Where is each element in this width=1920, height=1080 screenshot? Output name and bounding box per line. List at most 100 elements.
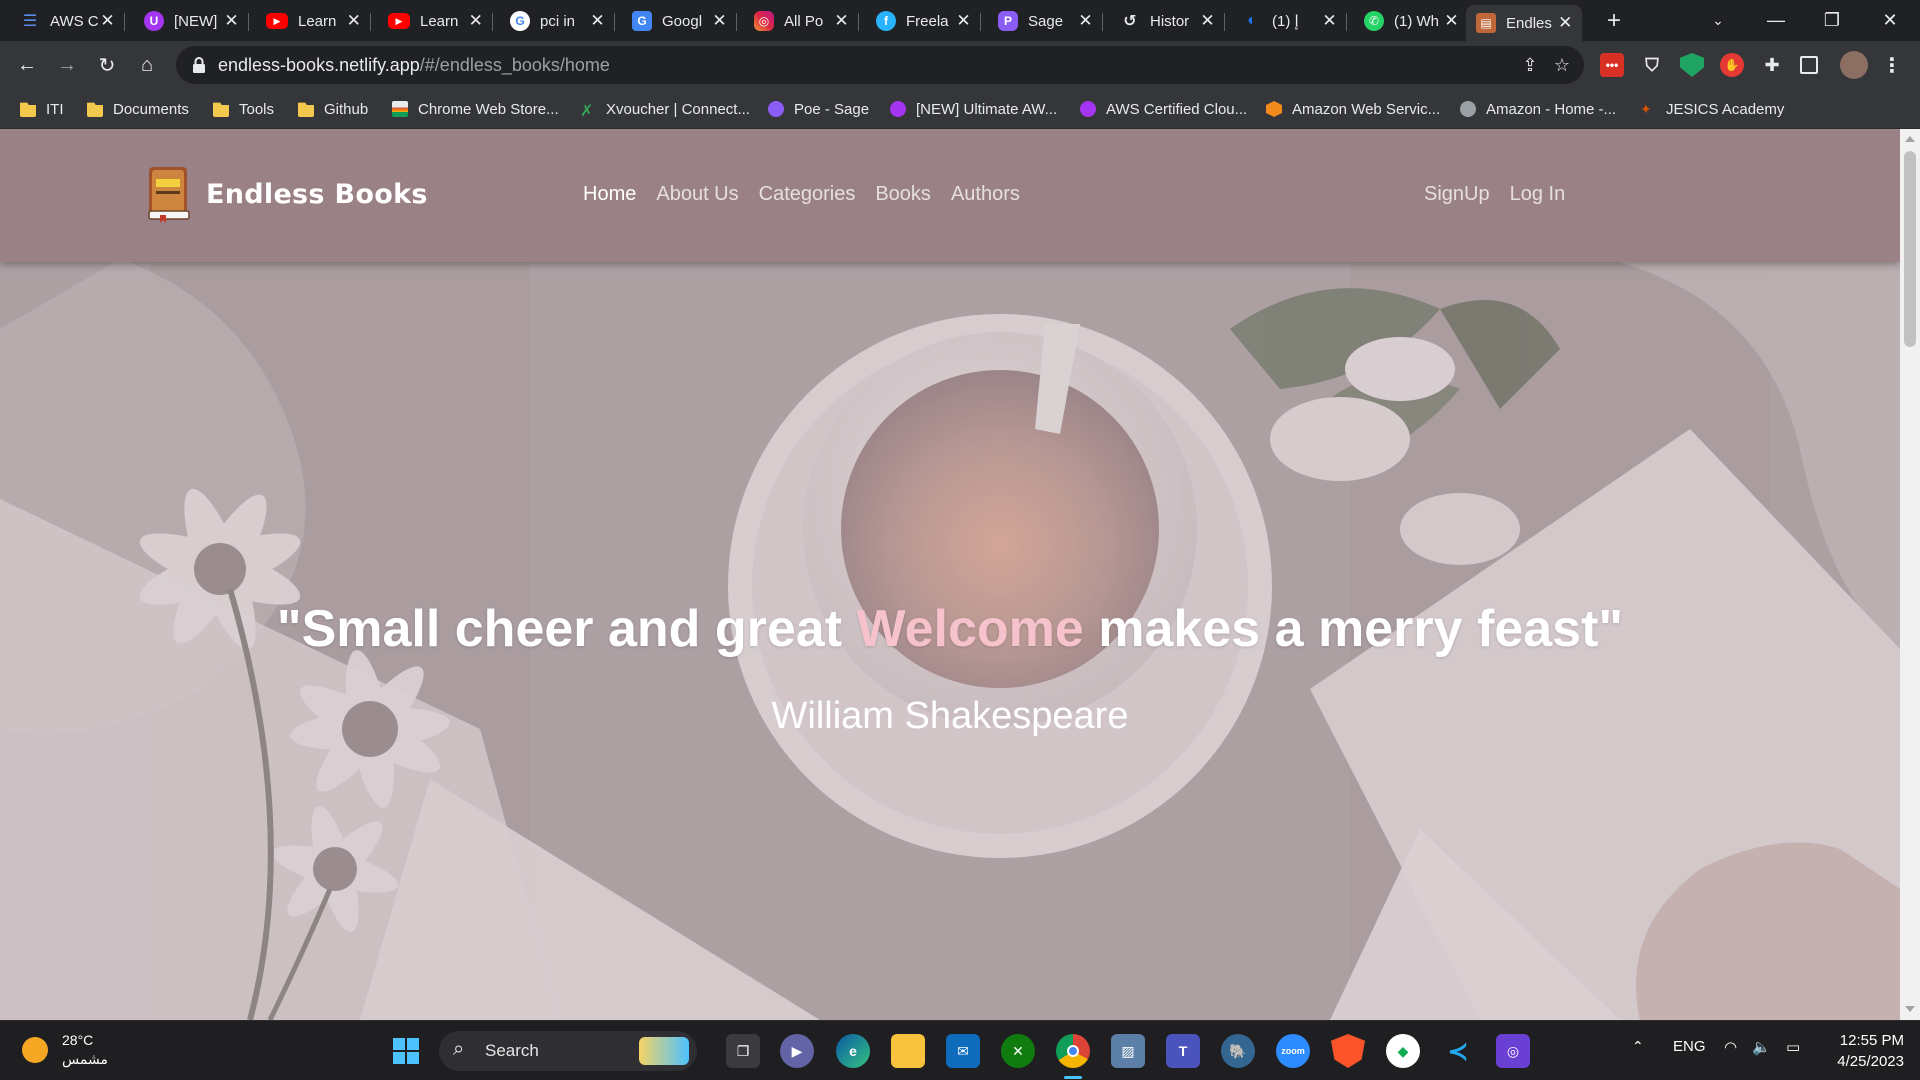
bookmark-chrome-web-store[interactable]: Chrome Web Store... — [392, 97, 559, 121]
language-indicator[interactable]: ENG — [1673, 1038, 1706, 1055]
tab-history[interactable]: ↺ Histor ✕ — [1110, 5, 1225, 37]
zoom-icon[interactable]: zoom — [1276, 1034, 1310, 1068]
bookmark-aws[interactable]: Amazon Web Servic... — [1266, 97, 1440, 121]
tab-endless-books[interactable]: ▤ Endles ✕ — [1466, 5, 1582, 41]
teams-chat-icon[interactable]: ▶ — [780, 1034, 814, 1068]
signup-link[interactable]: SignUp — [1424, 183, 1490, 206]
close-tab-icon[interactable]: ✕ — [223, 11, 240, 30]
lock-icon[interactable] — [192, 56, 206, 74]
close-tab-icon[interactable]: ✕ — [589, 11, 606, 30]
vscode-icon[interactable]: ≺ — [1441, 1034, 1475, 1068]
tab-whatsapp[interactable]: ✆ (1) Wh ✕ — [1354, 5, 1468, 37]
lastpass-extension-icon[interactable]: ••• — [1600, 53, 1624, 77]
xbox-icon[interactable]: ✕ — [1001, 1034, 1035, 1068]
nav-link-about-us[interactable]: About Us — [656, 183, 738, 206]
nav-link-authors[interactable]: Authors — [951, 183, 1020, 206]
task-view-icon[interactable]: ❐ — [726, 1034, 760, 1068]
close-tab-icon[interactable]: ✕ — [1557, 13, 1574, 32]
tab-aws[interactable]: ☰ AWS C ✕ — [10, 5, 125, 37]
tab-youtube-1[interactable]: ▶ Learn ✕ — [256, 5, 371, 37]
forward-button[interactable]: → — [51, 49, 83, 81]
close-tab-icon[interactable]: ✕ — [955, 11, 972, 30]
tab-udemy[interactable]: U [NEW] ✕ — [134, 5, 249, 37]
tab-poe-sage[interactable]: P Sage ✕ — [988, 5, 1103, 37]
screen-recorder-icon[interactable]: ◎ — [1496, 1034, 1530, 1068]
restore-button[interactable]: ❐ — [1804, 0, 1860, 40]
tab-google-translate[interactable]: G Googl ✕ — [622, 5, 737, 37]
close-tab-icon[interactable]: ✕ — [346, 11, 362, 30]
bookmark-folder-github[interactable]: Github — [298, 97, 368, 121]
nav-link-books[interactable]: Books — [875, 183, 931, 206]
tab-google[interactable]: G pci in ✕ — [500, 5, 615, 37]
close-tab-icon[interactable]: ✕ — [1199, 11, 1216, 30]
bookmark-amazon-home[interactable]: Amazon - Home -... — [1460, 97, 1616, 121]
tab-app[interactable]: ◐ إ (1) ✕ — [1232, 5, 1347, 37]
home-button[interactable]: ⌂ — [131, 49, 163, 81]
address-bar[interactable]: endless-books.netlify.app/#/endless_book… — [176, 46, 1584, 84]
scroll-up-arrow-icon[interactable] — [1905, 136, 1915, 142]
shield-extension-icon[interactable]: ⛉ — [1640, 53, 1664, 77]
close-tab-icon[interactable]: ✕ — [468, 11, 484, 30]
weather-widget[interactable]: 28°C مشمس — [22, 1031, 108, 1069]
close-tab-icon[interactable]: ✕ — [711, 11, 728, 30]
book-logo-icon[interactable] — [146, 165, 192, 223]
more-menu-icon[interactable]: ⋮ — [1880, 53, 1904, 77]
extensions-puzzle-icon[interactable]: ✚ — [1760, 53, 1784, 77]
share-icon[interactable]: ⇪ — [1518, 54, 1542, 76]
profile-avatar[interactable] — [1840, 51, 1868, 79]
nav-link-categories[interactable]: Categories — [759, 183, 856, 206]
clock[interactable]: 12:55 PM 4/25/2023 — [1824, 1030, 1904, 1072]
adblock-extension-icon[interactable]: ✋ — [1720, 53, 1744, 77]
reload-button[interactable]: ↻ — [91, 49, 123, 81]
scroll-down-arrow-icon[interactable] — [1905, 1006, 1915, 1012]
file-explorer-icon[interactable] — [891, 1034, 925, 1068]
brave-icon[interactable] — [1331, 1034, 1365, 1068]
bookmark-xvoucher[interactable]: ✗ Xvoucher | Connect... — [580, 97, 750, 121]
tab-youtube-2[interactable]: ▶ Learn ✕ — [378, 5, 493, 37]
quote-author: William Shakespeare — [771, 695, 1129, 737]
tab-instagram[interactable]: ◎ All Po ✕ — [744, 5, 859, 37]
postgresql-icon[interactable]: 🐘 — [1221, 1034, 1255, 1068]
mongodb-compass-icon[interactable]: ◆ — [1386, 1034, 1420, 1068]
bookmark-folder-tools[interactable]: Tools — [213, 97, 274, 121]
login-link[interactable]: Log In — [1510, 183, 1566, 206]
brand-name[interactable]: Endless Books — [206, 179, 428, 210]
url-text[interactable]: endless-books.netlify.app/#/endless_book… — [218, 55, 610, 76]
mail-icon[interactable]: ✉ — [946, 1034, 980, 1068]
bookmark-jesics-academy[interactable]: ✦ JESICS Academy — [1640, 97, 1784, 121]
page-scrollbar[interactable] — [1900, 129, 1920, 1020]
vpn-shield-extension-icon[interactable] — [1680, 53, 1704, 77]
bookmark-folder-documents[interactable]: Documents — [87, 97, 189, 121]
windows-start-icon[interactable] — [389, 1034, 423, 1068]
close-tab-icon[interactable]: ✕ — [1443, 11, 1460, 30]
show-hidden-icons-chevron-icon[interactable]: ⌃ — [1632, 1038, 1644, 1055]
edge-icon[interactable]: e — [836, 1034, 870, 1068]
tab-search-chevron-icon[interactable]: ⌄ — [1690, 0, 1746, 40]
volume-icon[interactable]: 🔈 — [1752, 1038, 1771, 1056]
close-tab-icon[interactable]: ✕ — [1077, 11, 1094, 30]
chrome-icon[interactable] — [1056, 1034, 1090, 1068]
nav-link-home[interactable]: Home — [583, 183, 636, 206]
bookmark-folder-iti[interactable]: ITI — [20, 97, 64, 121]
taskbar-search[interactable]: ⌕ Search — [439, 1031, 697, 1071]
close-tab-icon[interactable]: ✕ — [99, 11, 116, 30]
brand[interactable]: Endless Books — [146, 165, 428, 223]
teams-icon[interactable]: T — [1166, 1034, 1200, 1068]
wifi-icon[interactable]: ◠ — [1724, 1038, 1737, 1056]
new-tab-button[interactable]: + — [1598, 5, 1630, 37]
bookmark-star-icon[interactable]: ☆ — [1550, 54, 1574, 76]
scrollbar-thumb[interactable] — [1904, 151, 1916, 347]
bookmark-udemy-aws[interactable]: [NEW] Ultimate AW... — [890, 97, 1057, 121]
close-window-button[interactable]: ✕ — [1862, 0, 1918, 40]
photos-icon[interactable]: ▨ — [1111, 1034, 1145, 1068]
bookmark-udemy-aws-certified[interactable]: AWS Certified Clou... — [1080, 97, 1247, 121]
bookmark-poe-sage[interactable]: Poe - Sage — [768, 97, 869, 121]
minimize-button[interactable]: — — [1748, 0, 1804, 40]
folder-icon — [20, 102, 36, 117]
tab-freelancer[interactable]: f Freela ✕ — [866, 5, 981, 37]
side-panel-icon[interactable] — [1800, 56, 1818, 74]
back-button[interactable]: ← — [11, 49, 43, 81]
close-tab-icon[interactable]: ✕ — [1321, 11, 1338, 30]
close-tab-icon[interactable]: ✕ — [833, 11, 850, 30]
battery-icon[interactable]: ▭ — [1786, 1038, 1800, 1056]
